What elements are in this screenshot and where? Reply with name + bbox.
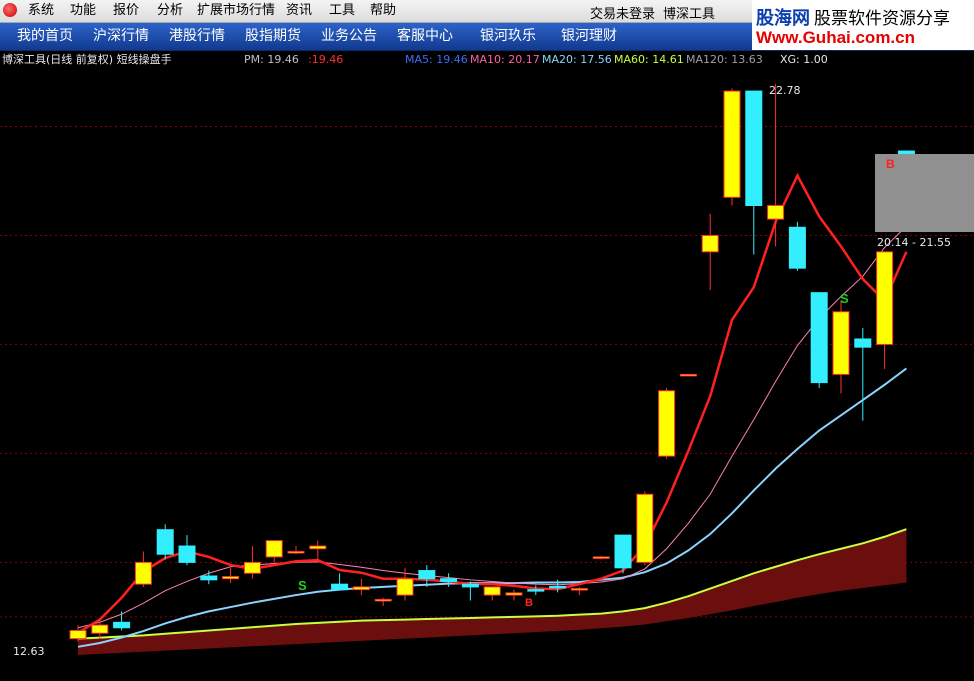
candle-body — [134, 561, 152, 585]
candle-body — [243, 561, 261, 574]
candle-body — [614, 534, 632, 569]
candle-body — [788, 226, 806, 269]
candle-body — [527, 589, 545, 592]
candle-body — [832, 311, 850, 375]
high-price-label: 22.78 — [769, 84, 801, 97]
candle-body — [679, 373, 697, 377]
candlestick-chart[interactable]: B 20.14 - 21.55 22.78 12.63 S S B — [0, 0, 974, 681]
candle-body — [854, 338, 872, 348]
buy-marker-small: B — [525, 597, 533, 609]
buy-marker: B — [886, 157, 895, 171]
ma20-line — [77, 367, 907, 648]
candle-body — [483, 586, 501, 596]
candle-body — [113, 621, 131, 629]
candle-body — [570, 588, 588, 591]
candle-body — [810, 292, 828, 384]
candle-body — [309, 545, 327, 550]
candle-body — [440, 578, 458, 582]
candle-body — [287, 550, 305, 554]
candle-body — [331, 583, 349, 591]
candle-body — [701, 234, 719, 253]
candle-body — [505, 592, 523, 596]
range-label: 20.14 - 21.55 — [877, 236, 951, 249]
low-price-label: 12.63 — [13, 645, 45, 658]
candle-body — [876, 251, 894, 345]
candle-body — [592, 556, 610, 559]
candle-body — [549, 585, 567, 589]
sell-marker: S — [298, 578, 307, 593]
candle-body — [156, 529, 174, 555]
candle-body — [767, 205, 785, 220]
candle-body — [69, 629, 87, 640]
candle-body — [658, 390, 676, 457]
candle-body — [723, 90, 741, 198]
candle-body — [200, 575, 218, 581]
candle-body — [396, 578, 414, 596]
candle-body — [222, 576, 240, 580]
candle-body — [745, 90, 763, 207]
candle-body — [636, 493, 654, 563]
candle-body — [461, 583, 479, 588]
candle-body — [91, 624, 109, 634]
candle-body — [418, 570, 436, 580]
candle-body — [352, 586, 370, 591]
candle-body — [374, 598, 392, 602]
candle-body — [178, 545, 196, 563]
candle-body — [265, 540, 283, 558]
sell-marker: S — [840, 291, 849, 306]
